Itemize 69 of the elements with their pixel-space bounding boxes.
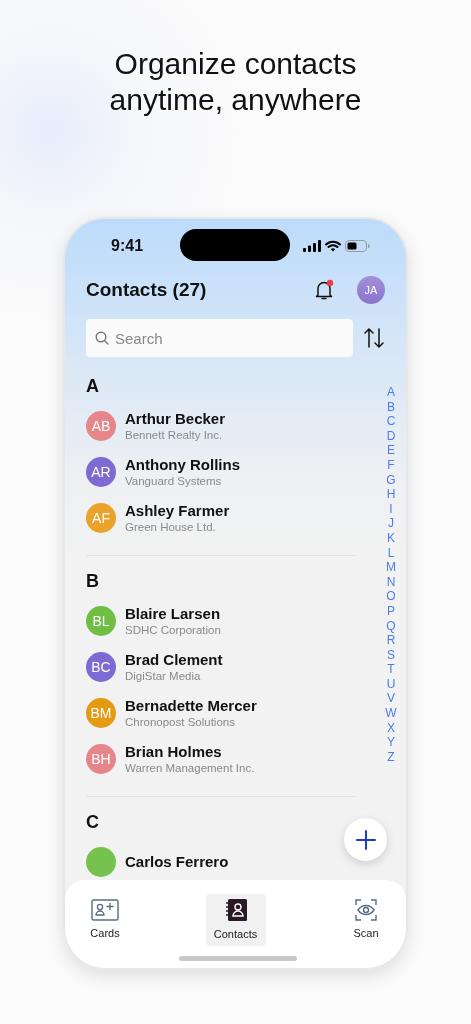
signal-icon bbox=[303, 240, 321, 252]
index-letter[interactable]: U bbox=[386, 676, 396, 692]
section-letter: B bbox=[86, 570, 100, 592]
eye-scan-icon bbox=[355, 898, 377, 921]
contact-name[interactable]: Bernadette Mercer bbox=[125, 696, 257, 715]
index-letter[interactable]: D bbox=[386, 428, 396, 444]
contact-name[interactable]: Anthony Rollins bbox=[125, 455, 240, 474]
index-letter[interactable]: C bbox=[386, 414, 396, 429]
index-letter[interactable]: A bbox=[387, 385, 395, 400]
contact-name[interactable]: Brian Holmes bbox=[125, 742, 255, 761]
contact-company: Vanguard Systems bbox=[125, 473, 223, 489]
index-letter[interactable]: Y bbox=[387, 735, 395, 750]
index-letter[interactable]: Z bbox=[387, 749, 395, 765]
tab[interactable]: Contacts bbox=[205, 894, 266, 946]
index-letter[interactable]: J bbox=[388, 516, 394, 531]
index-letter[interactable]: F bbox=[387, 457, 395, 473]
contact-company: DigiStar Media bbox=[125, 668, 202, 684]
battery-icon bbox=[345, 240, 370, 252]
tab[interactable]: Cards bbox=[75, 894, 135, 946]
page-title: Contacts (27) bbox=[86, 277, 208, 302]
index-letter[interactable]: N bbox=[386, 574, 396, 590]
contact-avatar: AF bbox=[86, 503, 116, 533]
contact-name[interactable]: Ashley Farmer bbox=[125, 501, 230, 520]
index-letter[interactable]: T bbox=[387, 662, 395, 677]
index-letter[interactable]: K bbox=[387, 530, 395, 546]
section-letter: C bbox=[86, 811, 100, 833]
contact-name[interactable]: Brad Clement bbox=[125, 650, 223, 669]
contact-avatar: BM bbox=[86, 698, 116, 728]
contact-avatar: BC bbox=[86, 652, 116, 682]
contact-company: Chronopost Solutions bbox=[125, 714, 236, 730]
user-avatar[interactable]: JA bbox=[357, 276, 385, 304]
contact-name[interactable]: Blaire Larsen bbox=[125, 604, 221, 623]
index-letter[interactable]: Q bbox=[386, 618, 396, 634]
contact-avatar: AR bbox=[86, 457, 116, 487]
index-letter[interactable]: L bbox=[387, 545, 395, 561]
contact-name[interactable]: Arthur Becker bbox=[125, 409, 226, 428]
index-letter[interactable]: I bbox=[389, 501, 393, 517]
contact-name[interactable]: Carlos Ferrero bbox=[125, 853, 229, 871]
bell-icon[interactable] bbox=[313, 279, 335, 301]
contact-avatar: AB bbox=[86, 411, 116, 441]
index-letter[interactable]: M bbox=[386, 560, 396, 575]
sort-icon[interactable] bbox=[363, 327, 385, 349]
contact-avatar: BL bbox=[86, 606, 116, 636]
search-field[interactable]: Search bbox=[86, 319, 353, 357]
index-letter[interactable]: E bbox=[387, 443, 395, 458]
index-letter[interactable]: S bbox=[387, 647, 395, 663]
status-time: 9:41 bbox=[111, 236, 144, 256]
add-contact-button[interactable] bbox=[344, 818, 387, 861]
address-book-icon bbox=[223, 897, 248, 922]
tab[interactable]: Scan bbox=[336, 894, 396, 946]
index-letter[interactable]: H bbox=[386, 487, 396, 502]
contact-company: Green House Ltd. bbox=[125, 519, 217, 535]
section-letter: A bbox=[86, 375, 100, 397]
index-letter[interactable]: R bbox=[386, 633, 396, 648]
contact-avatar: BH bbox=[86, 744, 116, 774]
index-letter[interactable]: O bbox=[386, 589, 396, 604]
index-letter[interactable]: G bbox=[386, 472, 396, 488]
index-letter[interactable]: X bbox=[387, 720, 395, 736]
index-letter[interactable]: V bbox=[387, 691, 395, 707]
contact-company: Bennett Realty Inc. bbox=[125, 427, 224, 443]
plus-icon bbox=[355, 829, 376, 850]
contact-company: SDHC Corporation bbox=[125, 622, 221, 638]
index-letter[interactable]: B bbox=[387, 399, 395, 415]
index-letter[interactable]: P bbox=[387, 603, 395, 619]
wifi-icon bbox=[325, 240, 341, 252]
index-letter[interactable]: W bbox=[385, 706, 397, 721]
headline: Organize contacts anytime, anywhere bbox=[108, 46, 363, 118]
add-person-card-icon bbox=[91, 898, 119, 921]
contact-company: Warren Management Inc. bbox=[125, 760, 255, 776]
